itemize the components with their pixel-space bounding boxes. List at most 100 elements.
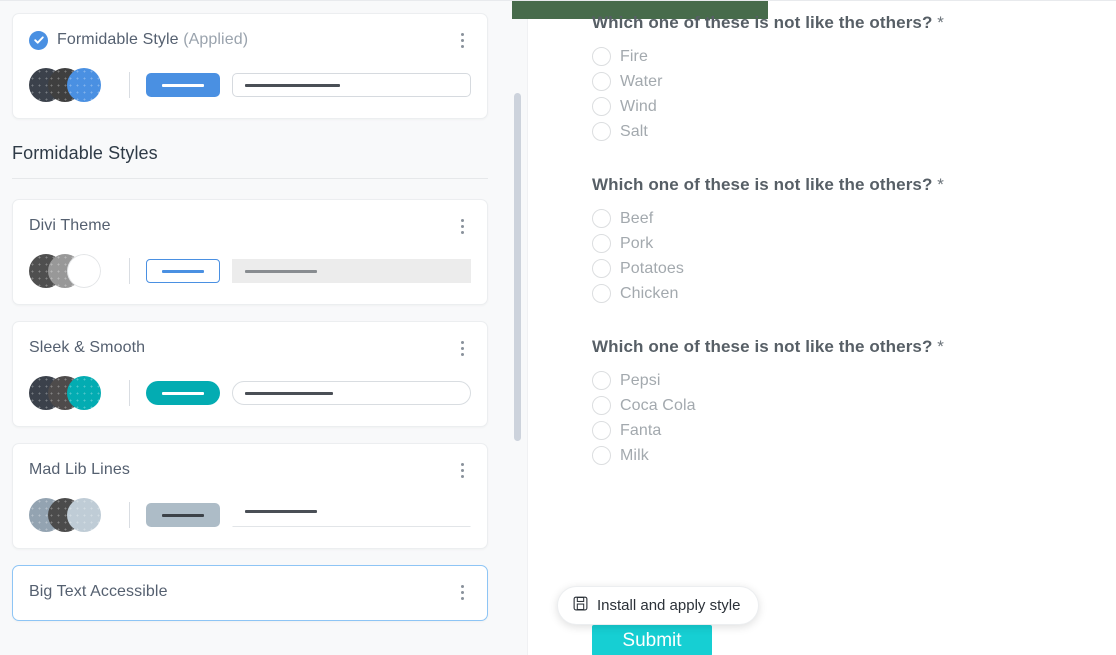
radio-button[interactable] — [592, 209, 611, 228]
radio-button[interactable] — [592, 371, 611, 390]
radio-option-label: Chicken — [620, 284, 679, 302]
style-card-title: Divi Theme — [29, 217, 111, 234]
input-style-preview — [232, 503, 471, 527]
radio-option[interactable]: Pepsi — [592, 368, 1112, 393]
input-style-preview — [232, 381, 471, 405]
style-card-title: Sleek & Smooth — [29, 339, 146, 356]
applied-style-card[interactable]: Formidable Style (Applied) — [12, 13, 488, 119]
section-divider — [12, 178, 488, 179]
card-header: Mad Lib Lines — [29, 458, 471, 482]
styles-sidebar: Formidable Style (Applied) Formidable St… — [0, 0, 500, 655]
kebab-menu-icon[interactable] — [453, 30, 471, 50]
style-preview — [29, 254, 471, 288]
radio-button[interactable] — [592, 97, 611, 116]
input-style-preview — [232, 259, 471, 283]
style-card[interactable]: Big Text Accessible — [12, 565, 488, 621]
style-card-title: Mad Lib Lines — [29, 461, 130, 478]
radio-option-label: Coca Cola — [620, 396, 696, 414]
radio-option-label: Beef — [620, 209, 654, 227]
question-label: Which one of these is not like the other… — [592, 13, 1112, 33]
radio-button[interactable] — [592, 259, 611, 278]
radio-option[interactable]: Beef — [592, 206, 1112, 231]
input-style-preview — [232, 73, 471, 97]
app-root: Formidable Style (Applied) Formidable St… — [0, 0, 1116, 655]
button-style-preview — [146, 503, 220, 527]
style-card[interactable]: Sleek & Smooth — [12, 321, 488, 427]
radio-option-label: Milk — [620, 446, 649, 464]
style-card-title: Big Text Accessible — [29, 583, 168, 600]
preview-divider — [129, 72, 130, 98]
question-label: Which one of these is not like the other… — [592, 175, 1112, 195]
radio-button[interactable] — [592, 47, 611, 66]
radio-button[interactable] — [592, 234, 611, 253]
radio-option-label: Fire — [620, 47, 648, 65]
preview-divider — [129, 258, 130, 284]
radio-option-label: Wind — [620, 97, 657, 115]
kebab-menu-icon[interactable] — [453, 460, 471, 480]
question-text: Which one of these is not like the other… — [592, 13, 933, 32]
swatch-3 — [67, 254, 101, 288]
check-circle-icon — [29, 30, 48, 50]
radio-button[interactable] — [592, 72, 611, 91]
install-and-apply-style-label: Install and apply style — [597, 597, 741, 614]
radio-option[interactable]: Fire — [592, 44, 1112, 69]
question-text: Which one of these is not like the other… — [592, 175, 933, 194]
kebab-menu-icon[interactable] — [453, 338, 471, 358]
install-and-apply-style-button[interactable]: Install and apply style — [557, 586, 760, 625]
card-header: Sleek & Smooth — [29, 336, 471, 360]
radio-option[interactable]: Chicken — [592, 281, 1112, 306]
question-text: Which one of these is not like the other… — [592, 337, 933, 356]
color-swatches — [29, 254, 111, 288]
swatch-3 — [67, 498, 101, 532]
color-swatches — [29, 498, 111, 532]
question-block: Which one of these is not like the other… — [592, 175, 1112, 306]
radio-button[interactable] — [592, 284, 611, 303]
style-card[interactable]: Divi Theme — [12, 199, 488, 305]
form-preview-panel: Which one of these is not like the other… — [500, 0, 1116, 655]
radio-option-label: Pork — [620, 234, 654, 252]
style-card[interactable]: Mad Lib Lines — [12, 443, 488, 549]
radio-option[interactable]: Water — [592, 69, 1112, 94]
applied-style-title: Formidable Style (Applied) — [57, 31, 248, 49]
radio-option[interactable]: Coca Cola — [592, 393, 1112, 418]
applied-style-name: Formidable Style — [57, 31, 179, 48]
radio-option-label: Water — [620, 72, 663, 90]
form-questions: Which one of these is not like the other… — [592, 13, 1112, 499]
radio-button[interactable] — [592, 396, 611, 415]
radio-option[interactable]: Salt — [592, 119, 1112, 144]
style-preview — [29, 376, 471, 410]
style-preview — [29, 68, 471, 102]
kebab-menu-icon[interactable] — [453, 582, 471, 602]
section-title: Formidable Styles — [12, 143, 158, 163]
required-marker: * — [932, 337, 945, 356]
radio-button[interactable] — [592, 122, 611, 141]
button-style-preview — [146, 259, 220, 283]
swatch-3 — [67, 68, 101, 102]
radio-button[interactable] — [592, 446, 611, 465]
radio-option[interactable]: Fanta — [592, 418, 1112, 443]
kebab-menu-icon[interactable] — [453, 216, 471, 236]
card-header: Big Text Accessible — [29, 580, 471, 604]
submit-button[interactable]: Submit — [592, 625, 712, 655]
preview-divider — [129, 380, 130, 406]
style-preview — [29, 498, 471, 532]
vertical-scrollbar[interactable] — [514, 93, 521, 441]
swatch-3 — [67, 376, 101, 410]
button-style-preview — [146, 381, 220, 405]
button-style-preview — [146, 73, 220, 97]
radio-option[interactable]: Potatoes — [592, 256, 1112, 281]
save-floppy-icon — [573, 596, 588, 616]
color-swatches — [29, 376, 111, 410]
required-marker: * — [932, 175, 945, 194]
question-label: Which one of these is not like the other… — [592, 337, 1112, 357]
radio-button[interactable] — [592, 421, 611, 440]
required-marker: * — [932, 13, 945, 32]
radio-option[interactable]: Pork — [592, 231, 1112, 256]
radio-option[interactable]: Wind — [592, 94, 1112, 119]
applied-badge: (Applied) — [183, 31, 249, 48]
preview-divider — [129, 502, 130, 528]
radio-option-label: Salt — [620, 122, 648, 140]
question-block: Which one of these is not like the other… — [592, 13, 1112, 144]
radio-option[interactable]: Milk — [592, 443, 1112, 468]
card-header: Formidable Style (Applied) — [29, 28, 471, 52]
